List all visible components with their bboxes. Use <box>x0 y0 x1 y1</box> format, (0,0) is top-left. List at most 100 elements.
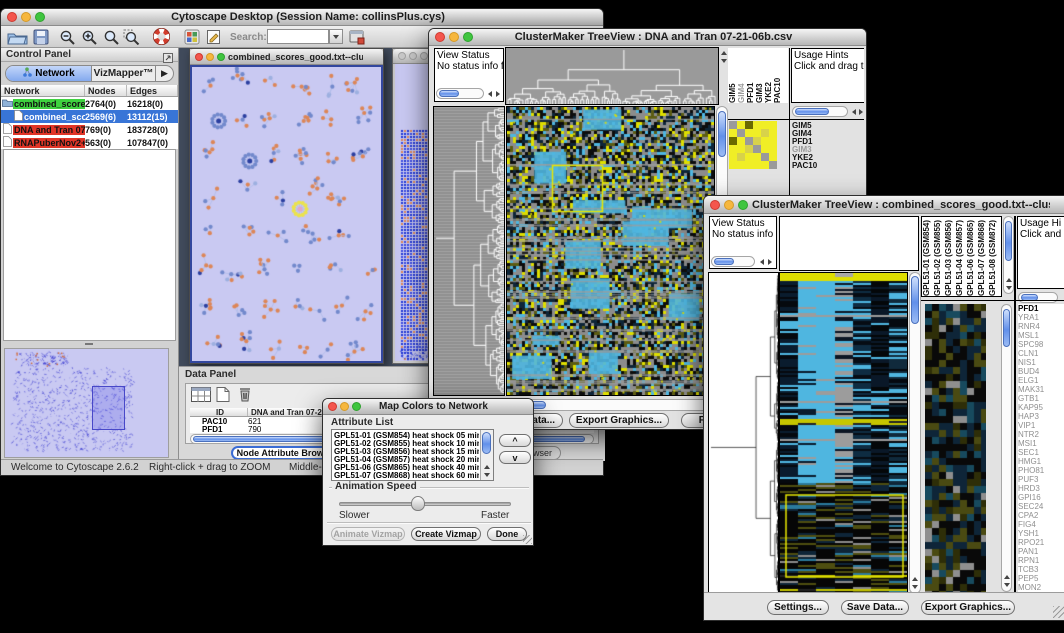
maximize-button[interactable] <box>738 200 748 210</box>
scroll-right-icon[interactable] <box>768 259 772 265</box>
birds-eye-view[interactable] <box>4 348 169 458</box>
scroll-left-icon[interactable] <box>760 259 764 265</box>
zoom-heatmap-canvas[interactable] <box>925 304 986 592</box>
treeview1-zoom-heatmap[interactable] <box>729 121 777 169</box>
settings-button[interactable]: Settings... <box>767 600 829 615</box>
scroll-down-icon[interactable] <box>721 59 727 63</box>
treeview2-hints-scrollbar[interactable] <box>1018 292 1058 303</box>
scroll-up-icon[interactable] <box>484 465 490 469</box>
attribute-option[interactable]: GPL51-06 (GSM865) heat shock 40 min <box>334 463 479 471</box>
treeview2-status-scrollbar[interactable] <box>711 256 755 267</box>
close-button[interactable] <box>398 52 406 60</box>
minimize-button[interactable] <box>724 200 734 210</box>
attribute-option[interactable]: GPL51-07 (GSM868) heat shock 60 min <box>334 471 479 479</box>
zoom-out-icon[interactable] <box>59 29 76 50</box>
minimize-button[interactable] <box>340 402 349 411</box>
animate-vizmap-button[interactable]: Animate Vizmap <box>331 527 405 541</box>
row-dendrogram-canvas[interactable] <box>709 273 778 593</box>
treeview1-column-dendrogram[interactable] <box>505 47 719 105</box>
help-icon[interactable] <box>153 28 170 50</box>
zoom-in-icon[interactable] <box>81 29 98 50</box>
maximize-button[interactable] <box>420 52 428 60</box>
treeview2-column-dendrogram[interactable] <box>779 216 919 271</box>
dialog-title-bar[interactable]: Map Colors to Network <box>323 399 533 415</box>
treeview2-zoom-heatmap[interactable] <box>925 304 986 592</box>
treeview1-status-scrollbar[interactable] <box>436 88 484 99</box>
column-header-edges[interactable]: Edges <box>127 85 178 96</box>
vizmap-tool-icon[interactable] <box>184 29 200 50</box>
treeview2-labels-scrollbar[interactable] <box>1003 216 1014 294</box>
treeview1-title-bar[interactable]: ClusterMaker TreeView : DNA and Tran 07-… <box>429 29 866 46</box>
scroll-left-icon[interactable] <box>852 109 856 115</box>
slider-thumb[interactable] <box>411 496 425 511</box>
maximize-button[interactable] <box>463 32 473 42</box>
attribute-option[interactable]: GPL51-03 (GSM856) heat shock 15 min <box>334 447 479 455</box>
scroll-down-icon[interactable] <box>1006 286 1012 290</box>
zoom-fit-icon[interactable] <box>103 29 120 50</box>
create-attribute-icon[interactable] <box>216 387 230 407</box>
search-input[interactable] <box>267 29 329 44</box>
save-session-icon[interactable] <box>33 29 49 50</box>
network-row-combined-scores[interactable]: combined_scores 2764(0) 16218(0) <box>1 97 178 110</box>
scroll-down-icon[interactable] <box>912 585 918 589</box>
tab-overflow-button[interactable]: ▶ <box>156 66 173 81</box>
row-dendrogram-canvas[interactable] <box>434 107 504 395</box>
close-button[interactable] <box>195 53 203 61</box>
treeview1-hints-scrollbar[interactable] <box>792 106 848 117</box>
select-attributes-icon[interactable] <box>191 387 211 407</box>
scroll-up-icon[interactable] <box>1006 278 1012 282</box>
maximize-button[interactable] <box>352 402 361 411</box>
minimize-button[interactable] <box>206 53 214 61</box>
minimize-button[interactable] <box>449 32 459 42</box>
scrollbar-thumb[interactable] <box>482 432 491 454</box>
scroll-right-icon[interactable] <box>859 109 863 115</box>
scrollbar-thumb[interactable] <box>795 108 829 115</box>
close-button[interactable] <box>435 32 445 42</box>
scrollbar-thumb[interactable] <box>714 258 734 265</box>
treeview2-zoom-scrollbar[interactable] <box>1001 304 1012 592</box>
close-button[interactable] <box>328 402 337 411</box>
scrollbar-thumb[interactable] <box>1003 309 1010 347</box>
attribute-option[interactable]: GPL51-04 (GSM857) heat shock 20 min <box>334 455 479 463</box>
tab-vizmapper[interactable]: VizMapper™ <box>92 66 156 81</box>
move-down-button[interactable]: v <box>499 451 531 464</box>
listbox-vscrollbar[interactable] <box>480 430 493 480</box>
annotation-icon[interactable] <box>206 29 222 50</box>
export-graphics-button[interactable]: Export Graphics... <box>569 413 669 428</box>
panel-divider[interactable] <box>1 341 178 348</box>
scroll-down-icon[interactable] <box>484 473 490 477</box>
close-button[interactable] <box>7 12 17 22</box>
network-row-rnapuber[interactable]: RNAPuberNov2+ 563(0) 107847(0) <box>1 136 178 149</box>
done-button[interactable]: Done <box>487 527 527 541</box>
attribute-listbox[interactable]: GPL51-01 (GSM854) heat shock 05 minGPL51… <box>331 429 494 481</box>
network1-title-bar[interactable]: combined_scores_good.txt--cluste... <box>190 49 383 65</box>
save-data-button[interactable]: Save Data... <box>841 600 909 615</box>
treeview1-heatmap[interactable] <box>506 106 715 396</box>
treeview2-title-bar[interactable]: ClusterMaker TreeView : combined_scores_… <box>704 196 1064 214</box>
maximize-button[interactable] <box>217 53 225 61</box>
animation-speed-slider-track[interactable] <box>339 502 511 506</box>
close-button[interactable] <box>710 200 720 210</box>
zoom-selected-icon[interactable] <box>123 29 140 50</box>
network1-canvas-wrap[interactable] <box>190 65 383 363</box>
scrollbar-thumb[interactable] <box>911 276 919 324</box>
resize-grip[interactable] <box>1053 606 1064 618</box>
attribute-option[interactable]: GPL51-02 (GSM855) heat shock 10 min <box>334 439 479 447</box>
treeview2-vscrollbar[interactable] <box>909 272 921 594</box>
column-header-id[interactable]: ID <box>190 408 248 416</box>
maximize-button[interactable] <box>35 12 45 22</box>
search-config-icon[interactable] <box>349 29 366 50</box>
scrollbar-thumb[interactable] <box>439 90 459 97</box>
delete-attribute-icon[interactable] <box>238 387 252 407</box>
network1-canvas[interactable] <box>192 67 383 363</box>
main-title-bar[interactable]: Cytoscape Desktop (Session Name: collins… <box>1 9 603 26</box>
birds-eye-canvas[interactable] <box>5 349 169 458</box>
scroll-left-icon[interactable] <box>488 91 492 97</box>
scroll-up-icon[interactable] <box>1004 575 1010 579</box>
treeview1-row-dendrogram[interactable] <box>433 106 505 396</box>
move-up-button[interactable]: ^ <box>499 434 531 447</box>
minimize-button[interactable] <box>21 12 31 22</box>
network-row-combined-sco-selected[interactable]: combined_sco 2569(6) 13112(15) <box>1 110 178 123</box>
heatmap-canvas[interactable] <box>780 273 907 593</box>
open-session-icon[interactable] <box>7 29 28 50</box>
